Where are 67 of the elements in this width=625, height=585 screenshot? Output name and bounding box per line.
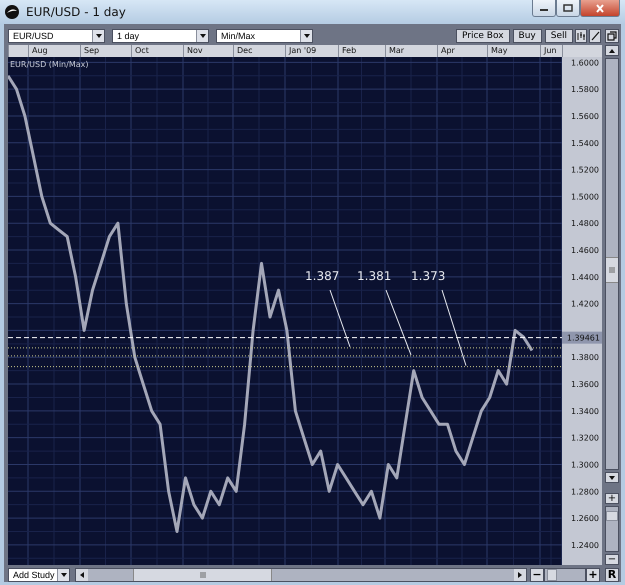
bar-chart-icon (576, 31, 586, 41)
triangle-down-icon (198, 32, 206, 40)
toolbar-button[interactable]: Price Box (456, 29, 510, 43)
chart-title: EUR/USD (Min/Max) (10, 60, 88, 69)
level-label: 1.387 (305, 269, 340, 283)
dropdown[interactable]: Min/Max (216, 29, 313, 43)
triangle-right-icon (516, 571, 524, 579)
triangle-down-icon (94, 32, 102, 40)
axis-label: 1.2400 (571, 540, 599, 550)
toolbar-button[interactable]: Buy (512, 29, 542, 43)
dropdown[interactable]: EUR/USD (8, 29, 105, 43)
axis-label: 1.4600 (571, 246, 599, 256)
axis-label: 1.4800 (571, 219, 599, 228)
level-label: 1.373 (411, 269, 446, 283)
axis-label: 1.5200 (571, 166, 599, 175)
current-price-label: 1.39461 (562, 332, 602, 344)
dropdown[interactable]: Add Study (8, 568, 70, 582)
maximize-button[interactable] (556, 0, 580, 17)
vertical-scrollbar[interactable] (605, 58, 619, 470)
scroll-down-button[interactable] (605, 472, 619, 483)
axis-label: 1.5600 (571, 112, 599, 121)
dropdown[interactable]: 1 day (112, 29, 209, 43)
triangle-down-icon (302, 32, 310, 40)
app-icon (4, 4, 20, 20)
axis-label: 1.6000 (571, 58, 599, 68)
axis-label: 1.3200 (571, 434, 599, 443)
triangle-down-icon (60, 571, 68, 579)
triangle-up-icon (608, 46, 616, 54)
chart-type-button[interactable] (575, 29, 587, 43)
axis-label: 1.3600 (571, 380, 599, 390)
toolbar-button[interactable]: Sell (544, 29, 573, 43)
ref-line-label: 1.39461 (566, 334, 600, 343)
zoom-out-button[interactable]: − (605, 554, 619, 565)
zoom-in-button[interactable]: + (586, 568, 600, 582)
leader-line (386, 290, 412, 356)
triangle-down-icon (608, 474, 616, 482)
zoom-in-button[interactable]: + (605, 493, 619, 504)
zoom-out-button[interactable]: − (530, 568, 544, 582)
close-button[interactable] (580, 0, 620, 17)
horizontal-scrollbar[interactable] (75, 568, 527, 582)
axis-label: 1.5800 (571, 85, 599, 94)
axis-label: 1.3400 (571, 406, 599, 416)
minimize-button[interactable] (532, 0, 556, 17)
axis-label: 1.3000 (571, 460, 599, 470)
level-label: 1.381 (357, 269, 392, 283)
close-icon (595, 4, 605, 12)
axis-label: 1.4400 (571, 272, 599, 282)
maximize-icon (563, 4, 573, 12)
windows-icon (607, 31, 617, 41)
grip-icon (200, 571, 206, 579)
draw-line-button[interactable] (589, 29, 601, 43)
axis-label: 1.2800 (571, 487, 599, 496)
leader-line (330, 290, 350, 348)
triangle-left-icon (78, 571, 86, 579)
scroll-right-button[interactable] (514, 569, 526, 581)
detach-window-button[interactable] (605, 29, 619, 43)
line-icon (590, 31, 600, 41)
axis-label: 1.5400 (571, 138, 599, 148)
axis-label: 1.4200 (571, 300, 599, 309)
grip-icon (608, 267, 616, 273)
axis-label: 1.5000 (571, 192, 599, 202)
axis-label: 1.2600 (571, 514, 599, 524)
scroll-left-button[interactable] (76, 569, 88, 581)
window-title: EUR/USD - 1 day (26, 5, 127, 19)
scroll-up-button[interactable] (605, 45, 619, 56)
axis-label: 1.3800 (571, 353, 599, 362)
reset-button[interactable]: R (605, 568, 619, 582)
